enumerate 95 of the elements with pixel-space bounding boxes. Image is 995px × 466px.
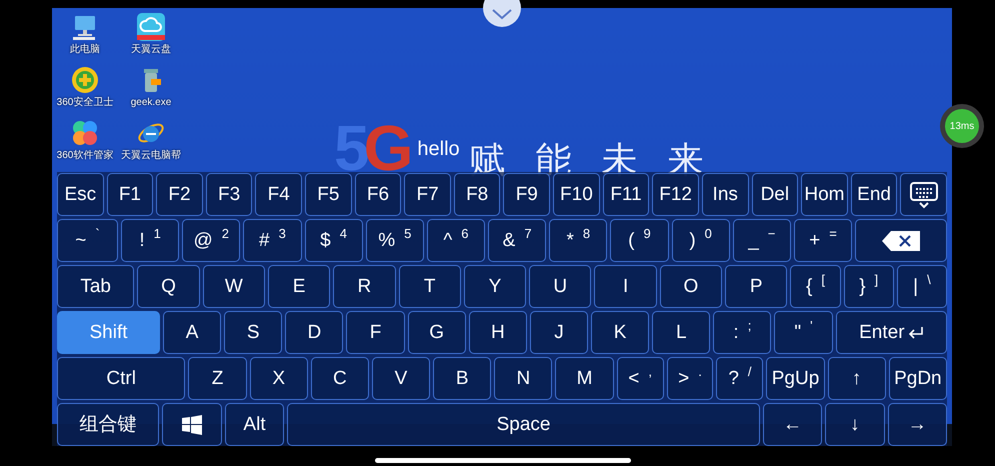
key[interactable]: F5 xyxy=(305,173,352,216)
key[interactable]: Alt xyxy=(224,403,284,446)
key[interactable]: M xyxy=(555,357,614,400)
key[interactable] xyxy=(162,403,222,446)
flower-icon[interactable] xyxy=(70,118,100,148)
key[interactable]: O xyxy=(660,265,722,308)
key[interactable]: F1 xyxy=(106,173,154,216)
key[interactable]: { $^{[}$ xyxy=(790,265,841,308)
key[interactable]: } $^{]}$ xyxy=(844,265,894,308)
windows-icon xyxy=(182,414,202,434)
key[interactable]: Del xyxy=(752,173,798,216)
key[interactable]: P xyxy=(725,265,788,308)
icon-label[interactable]: 360软件管家 xyxy=(56,150,114,161)
key[interactable]: F xyxy=(346,311,405,354)
key[interactable]: Tab xyxy=(57,265,134,308)
key[interactable]: 组合键 xyxy=(57,403,160,446)
key[interactable]: Space xyxy=(287,403,760,446)
key[interactable]: K xyxy=(591,311,650,354)
key[interactable]: Ctrl xyxy=(57,357,186,400)
key[interactable]: H xyxy=(468,311,527,354)
key[interactable]: Shift xyxy=(57,311,160,354)
key[interactable]: * $^{8}$ xyxy=(549,219,608,262)
key[interactable]: ( $^{9}$ xyxy=(610,219,669,262)
key[interactable]: ) $^{0}$ xyxy=(672,219,730,262)
key[interactable]: ~ $^{`}$ xyxy=(57,219,118,262)
greeting-text: hello xyxy=(417,136,460,162)
key[interactable]: < $^{,}$ xyxy=(616,357,664,400)
key[interactable]: + $^{=}$ xyxy=(794,219,852,262)
cloud-icon[interactable] xyxy=(136,12,166,42)
key[interactable]: W xyxy=(202,265,265,308)
icon-label[interactable]: 天翼云盘 xyxy=(131,44,171,55)
key[interactable]: Q xyxy=(137,265,200,308)
key[interactable]: I xyxy=(594,265,657,308)
icon-label[interactable]: 天翼云电脑帮 xyxy=(121,150,181,161)
backspace-icon xyxy=(880,230,921,252)
key[interactable]: Ins xyxy=(702,173,749,216)
key[interactable]: A xyxy=(163,311,222,354)
key[interactable]: _ $^{−}$ xyxy=(732,219,791,262)
key[interactable]: % $^{5}$ xyxy=(366,219,424,262)
key[interactable]: Enter xyxy=(836,311,948,354)
key[interactable]: # $^{3}$ xyxy=(243,219,302,262)
key[interactable]: F12 xyxy=(652,173,699,216)
key[interactable]: Y xyxy=(464,265,526,308)
key[interactable]: F11 xyxy=(602,173,650,216)
plus-shield-icon[interactable] xyxy=(70,65,100,95)
latency-badge: 13ms xyxy=(940,104,984,148)
return-icon xyxy=(908,324,924,340)
key[interactable]: F8 xyxy=(454,173,500,216)
key[interactable]: F7 xyxy=(404,173,451,216)
key[interactable]: PgUp xyxy=(766,357,825,400)
key[interactable]: R xyxy=(333,265,396,308)
key[interactable]: ! $^{1}$ xyxy=(120,219,180,262)
key[interactable]: PgDn xyxy=(888,357,947,400)
key[interactable] xyxy=(855,219,947,262)
key[interactable]: ^ $^{6}$ xyxy=(426,219,486,262)
key[interactable]: @ $^{2}$ xyxy=(182,219,240,262)
key[interactable]: F6 xyxy=(354,173,402,216)
chevron-down-icon[interactable] xyxy=(482,0,522,30)
key[interactable]: F2 xyxy=(156,173,203,216)
key[interactable]: B xyxy=(433,357,492,400)
key[interactable]: | $^{\}$ xyxy=(896,265,948,308)
icon-label[interactable]: 360安全卫士 xyxy=(56,97,114,108)
key[interactable]: ↑ xyxy=(828,357,886,400)
key[interactable]: L xyxy=(652,311,710,354)
key[interactable]: Z xyxy=(188,357,247,400)
key[interactable]: T xyxy=(398,265,461,308)
key[interactable]: G xyxy=(408,311,466,354)
key[interactable]: & $^{7}$ xyxy=(488,219,546,262)
key[interactable]: N xyxy=(494,357,552,400)
key[interactable]: : $^{;}$ xyxy=(713,311,772,354)
key[interactable]: V xyxy=(372,357,430,400)
key[interactable]: F3 xyxy=(206,173,252,216)
key[interactable]: ↓ xyxy=(825,403,885,446)
key[interactable]: End xyxy=(850,173,898,216)
key[interactable]: F10 xyxy=(553,173,600,216)
key[interactable]: " $^{'}$ xyxy=(774,311,833,354)
key[interactable]: ? $^{/}$ xyxy=(716,357,764,400)
keyboard-icon xyxy=(908,180,939,208)
key[interactable]: X xyxy=(250,357,308,400)
key[interactable]: U xyxy=(529,265,592,308)
key[interactable]: E xyxy=(268,265,330,308)
key[interactable]: D xyxy=(285,311,344,354)
key[interactable]: S xyxy=(224,311,282,354)
key[interactable]: Hom xyxy=(801,173,848,216)
key[interactable]: F4 xyxy=(255,173,302,216)
key[interactable]: Esc xyxy=(57,173,104,216)
icon-label[interactable]: geek.exe xyxy=(130,97,172,108)
icon-label[interactable]: 此电脑 xyxy=(70,44,100,55)
key[interactable] xyxy=(900,173,947,216)
key[interactable]: ← xyxy=(762,403,822,446)
key[interactable]: → xyxy=(888,403,947,446)
key[interactable]: > $^{.}$ xyxy=(666,357,714,400)
key[interactable]: C xyxy=(310,357,369,400)
key[interactable]: J xyxy=(530,311,588,354)
key[interactable]: $ $^{4}$ xyxy=(304,219,363,262)
